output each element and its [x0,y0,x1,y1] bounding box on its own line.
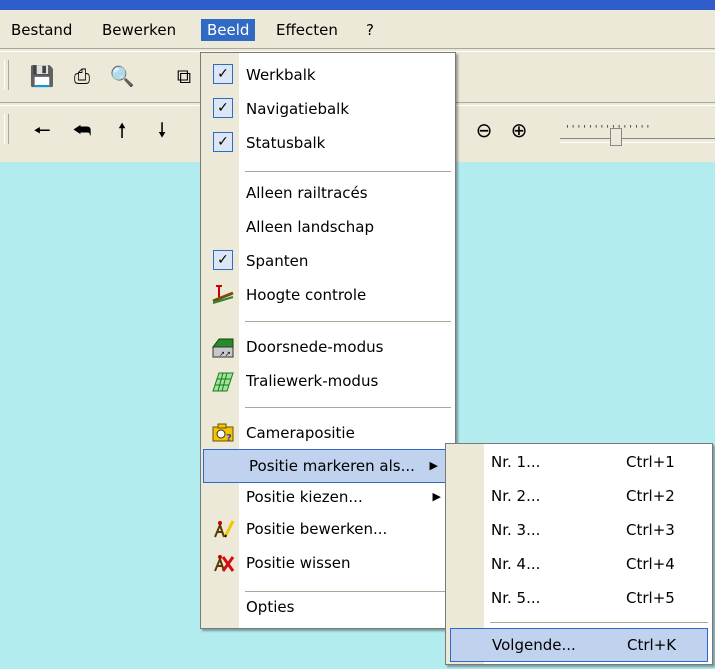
view-menu: ✓ Werkbalk ✓ Navigatiebalk ✓ Statusbalk … [200,52,456,629]
menu-separator [490,622,708,623]
submenu-arrow-icon: ▶ [432,490,441,503]
submenu-arrow-icon: ▶ [429,459,438,472]
menu-item-spanten[interactable]: ✓ Spanten [201,245,455,279]
menu-separator [245,171,451,172]
svg-text:↗↗: ↗↗ [219,350,231,358]
print-icon[interactable]: ⎙ [68,62,96,90]
submenu-item-shortcut: Ctrl+2 [626,487,675,505]
menu-item-label: Positie bewerken... [246,520,388,538]
copy-icon[interactable]: ⧉ [170,62,198,90]
zoom-out-icon[interactable]: ⊖ [470,116,498,144]
submenu-item-label: Nr. 1... [491,453,541,471]
menu-help[interactable]: ? [360,19,380,41]
submenu-item-label: Nr. 3... [491,521,541,539]
toolbar-grip[interactable] [4,114,9,144]
menu-item-label: Doorsnede-modus [246,338,384,356]
menu-item-positie-markeren-als[interactable]: Positie markeren als... ▶ [203,449,453,483]
menu-separator [245,407,451,408]
arrow-up-icon[interactable]: 🠕 [108,116,136,144]
check-icon: ✓ [213,132,233,152]
submenu-item-volgende[interactable]: Volgende... Ctrl+K [450,628,708,662]
position-marker-submenu: Nr. 1... Ctrl+1 Nr. 2... Ctrl+2 Nr. 3...… [445,443,713,665]
submenu-item-nr-5[interactable]: Nr. 5... Ctrl+5 [446,582,712,616]
submenu-item-shortcut: Ctrl+3 [626,521,675,539]
print-preview-icon[interactable]: 🔍 [108,62,136,90]
menu-separator [245,321,451,322]
submenu-item-shortcut: Ctrl+1 [626,453,675,471]
menu-item-label: Positie kiezen... [246,488,363,506]
menu-item-label: Opties [246,598,295,616]
menu-item-label: Positie markeren als... [249,457,415,475]
menu-item-label: Alleen landschap [246,218,374,236]
menu-item-camerapositie[interactable]: ? Camerapositie [201,417,455,451]
submenu-item-label: Nr. 5... [491,589,541,607]
check-icon: ✓ [213,98,233,118]
lattice-icon [211,369,235,393]
check-icon: ✓ [213,250,233,270]
menu-item-opties[interactable]: Opties [201,591,455,625]
arrow-back-icon[interactable]: ⮪ [68,116,96,144]
menu-bewerken[interactable]: Bewerken [96,19,182,41]
submenu-item-nr-4[interactable]: Nr. 4... Ctrl+4 [446,548,712,582]
menu-beeld[interactable]: Beeld [201,19,256,41]
menu-item-hoogte-controle[interactable]: Hoogte controle [201,279,455,313]
camera-icon: ? [211,421,235,445]
edit-position-icon [211,517,235,541]
submenu-item-label: Nr. 4... [491,555,541,573]
menu-bar: Bestand Bewerken Beeld Effecten ? [0,10,715,45]
menu-item-positie-wissen[interactable]: Positie wissen [201,547,455,581]
menu-item-statusbalk[interactable]: ✓ Statusbalk [201,127,455,161]
menu-item-label: Werkbalk [246,66,316,84]
menu-item-doorsnede-modus[interactable]: ↗↗ Doorsnede-modus [201,331,455,365]
svg-text:?: ? [226,433,232,444]
menu-item-positie-bewerken[interactable]: Positie bewerken... [201,513,455,547]
zoom-slider[interactable]: ''''''''''''''' [560,124,715,146]
submenu-item-shortcut: Ctrl+4 [626,555,675,573]
zoom-slider-thumb[interactable] [610,128,622,146]
menu-item-label: Alleen railtracés [246,184,368,202]
height-check-icon [211,283,235,307]
menu-item-werkbalk[interactable]: ✓ Werkbalk [201,59,455,93]
cross-section-icon: ↗↗ [211,335,235,359]
menu-bestand[interactable]: Bestand [5,19,78,41]
arrow-down-icon[interactable]: 🠗 [148,116,176,144]
zoom-in-icon[interactable]: ⊕ [505,116,533,144]
menu-item-label: Navigatiebalk [246,100,350,118]
menu-item-label: Positie wissen [246,554,351,572]
check-icon: ✓ [213,64,233,84]
menu-item-traliewerk-modus[interactable]: Traliewerk-modus [201,365,455,399]
submenu-item-shortcut: Ctrl+K [627,636,677,654]
menu-effecten[interactable]: Effecten [270,19,344,41]
arrow-left-icon[interactable]: 🠔 [28,116,56,144]
submenu-item-nr-2[interactable]: Nr. 2... Ctrl+2 [446,480,712,514]
submenu-item-label: Volgende... [492,636,576,654]
submenu-item-nr-1[interactable]: Nr. 1... Ctrl+1 [446,446,712,480]
menu-item-alleen-landschap[interactable]: Alleen landschap [201,211,455,245]
submenu-item-label: Nr. 2... [491,487,541,505]
menu-item-label: Statusbalk [246,134,326,152]
toolbar-grip[interactable] [4,60,9,90]
save-icon[interactable]: 💾 [28,62,56,90]
zoom-slider-track [560,138,715,143]
window-title-edge [0,0,715,10]
submenu-item-shortcut: Ctrl+5 [626,589,675,607]
menu-item-label: Hoogte controle [246,286,367,304]
delete-position-icon [211,551,235,575]
menu-item-label: Traliewerk-modus [246,372,379,390]
menu-item-label: Camerapositie [246,424,355,442]
menu-item-positie-kiezen[interactable]: Positie kiezen... ▶ [201,481,455,515]
submenu-item-nr-3[interactable]: Nr. 3... Ctrl+3 [446,514,712,548]
menu-item-navigatiebalk[interactable]: ✓ Navigatiebalk [201,93,455,127]
menu-item-label: Spanten [246,252,309,270]
menu-item-alleen-railtraces[interactable]: Alleen railtracés [201,177,455,211]
